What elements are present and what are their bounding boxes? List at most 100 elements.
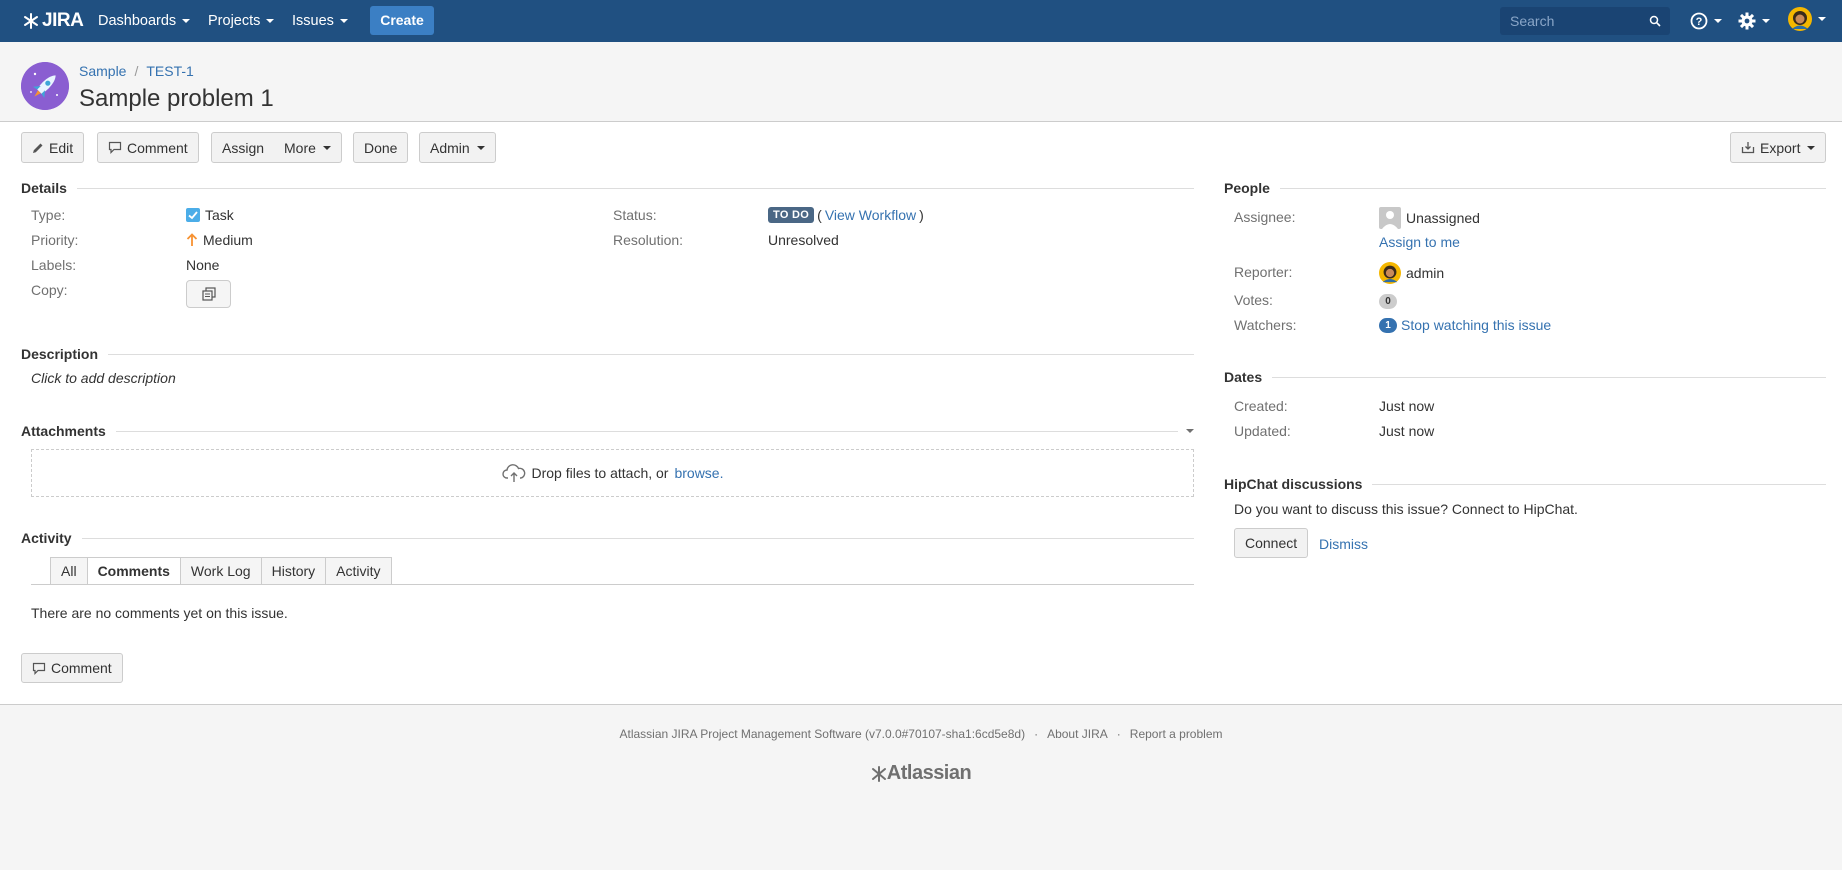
nav-dashboards[interactable]: Dashboards	[98, 0, 191, 42]
more-button[interactable]: More	[274, 132, 342, 163]
dismiss-link[interactable]: Dismiss	[1319, 536, 1368, 552]
paren-close: )	[919, 207, 924, 223]
section-divider	[76, 187, 1194, 189]
priority-label: Priority:	[31, 232, 79, 248]
section-divider	[1372, 483, 1826, 485]
unassigned-avatar-icon	[1379, 207, 1401, 229]
activity-tabs: All Comments Work Log History Activity	[50, 557, 392, 585]
create-button[interactable]: Create	[370, 6, 434, 35]
user-avatar-icon	[1788, 7, 1812, 31]
copy-label: Copy:	[31, 282, 68, 298]
search-input[interactable]: Search	[1500, 7, 1670, 35]
footer-separator: ·	[1116, 727, 1121, 741]
chevron-down-icon	[1762, 19, 1770, 23]
tab-activity[interactable]: Activity	[325, 557, 392, 585]
watchers-count-badge[interactable]: 1	[1379, 317, 1397, 333]
nav-issues[interactable]: Issues	[292, 0, 348, 42]
tab-work-log[interactable]: Work Log	[179, 557, 262, 585]
about-jira-link[interactable]: About JIRA	[1047, 727, 1108, 741]
watchers-label: Watchers:	[1234, 317, 1297, 333]
report-problem-link[interactable]: Report a problem	[1130, 727, 1223, 741]
details-section-heading[interactable]: Details	[21, 179, 1194, 197]
attachments-options-icon[interactable]	[1186, 429, 1194, 433]
edit-button-label: Edit	[49, 139, 74, 156]
user-menu[interactable]	[1788, 7, 1826, 31]
votes-label: Votes:	[1234, 292, 1273, 308]
votes-value[interactable]: 0	[1379, 294, 1397, 309]
type-value: Task	[186, 207, 234, 223]
footer-links: Atlassian JIRA Project Management Softwa…	[0, 727, 1842, 741]
assignee-value-text: Unassigned	[1406, 210, 1480, 226]
connect-button-label: Connect	[1245, 535, 1298, 551]
project-avatar[interactable]	[21, 62, 69, 110]
atlassian-logo[interactable]: Atlassian	[0, 762, 1842, 785]
details-heading-text: Details	[21, 180, 67, 196]
reporter-value[interactable]: admin	[1379, 262, 1444, 284]
issue-content: Edit Comment Assign More Done Admin Expo…	[0, 122, 1842, 705]
admin-button[interactable]: Admin	[419, 132, 496, 163]
description-section-heading[interactable]: Description	[21, 345, 1194, 363]
chevron-down-icon	[182, 19, 191, 24]
assign-button[interactable]: Assign	[211, 132, 276, 163]
hipchat-prompt: Do you want to discuss this issue? Conne…	[1234, 501, 1578, 517]
assignee-value[interactable]: Unassigned	[1379, 207, 1480, 229]
settings-menu[interactable]	[1738, 11, 1770, 31]
jira-logo[interactable]: JIRA	[22, 10, 84, 32]
section-divider	[81, 537, 1194, 539]
description-heading-text: Description	[21, 346, 99, 362]
nav-projects[interactable]: Projects	[208, 0, 275, 42]
hipchat-section-heading[interactable]: HipChat discussions	[1224, 475, 1826, 493]
help-menu[interactable]: ?	[1690, 11, 1722, 31]
assign-to-me-link[interactable]: Assign to me	[1379, 234, 1460, 250]
copy-button[interactable]	[186, 280, 231, 308]
breadcrumb-project-link[interactable]: Sample	[79, 63, 126, 79]
export-icon	[1741, 142, 1755, 154]
tab-comments[interactable]: Comments	[86, 557, 181, 585]
section-divider	[115, 430, 1178, 432]
export-button[interactable]: Export	[1730, 132, 1827, 163]
dates-heading-text: Dates	[1224, 369, 1263, 385]
issue-header: Sample / TEST-1 Sample problem 1	[0, 42, 1842, 122]
resolution-label: Resolution:	[613, 232, 684, 248]
stop-watching-link[interactable]: Stop watching this issue	[1401, 317, 1551, 333]
activity-section-heading[interactable]: Activity	[21, 529, 1194, 547]
breadcrumb-issue-key-link[interactable]: TEST-1	[146, 63, 193, 79]
type-value-text: Task	[205, 207, 234, 223]
edit-button[interactable]: Edit	[21, 132, 85, 163]
chevron-down-icon	[322, 145, 331, 150]
chevron-down-icon	[1807, 145, 1816, 150]
help-icon: ?	[1690, 12, 1708, 30]
section-divider	[108, 353, 1194, 355]
nav-issues-label: Issues	[292, 13, 334, 29]
more-button-label: More	[284, 139, 316, 156]
comment-button-label: Comment	[127, 139, 188, 156]
labels-value[interactable]: None	[186, 257, 219, 273]
issue-title[interactable]: Sample problem 1	[79, 85, 274, 113]
paren-open: (	[817, 207, 822, 223]
reporter-label: Reporter:	[1234, 264, 1293, 280]
attachment-dropzone[interactable]: Drop files to attach, or browse.	[31, 449, 1194, 497]
view-workflow-link[interactable]: View Workflow	[825, 207, 916, 223]
connect-button[interactable]: Connect	[1234, 528, 1309, 558]
done-button-label: Done	[364, 139, 398, 156]
comment-button[interactable]: Comment	[97, 132, 199, 163]
footer-software-version: Atlassian JIRA Project Management Softwa…	[619, 727, 1026, 741]
dates-section-heading[interactable]: Dates	[1224, 368, 1826, 386]
resolution-value: Unresolved	[768, 232, 839, 248]
type-label: Type:	[31, 207, 66, 223]
arrow-up-icon	[186, 233, 198, 246]
people-section-heading[interactable]: People	[1224, 179, 1826, 197]
attachments-section-heading[interactable]: Attachments	[21, 422, 1194, 440]
tab-history[interactable]: History	[260, 557, 327, 585]
export-button-label: Export	[1760, 139, 1801, 156]
pencil-icon	[33, 143, 43, 153]
add-comment-button[interactable]: Comment	[21, 653, 123, 683]
reporter-avatar-icon	[1379, 262, 1401, 284]
task-checkbox-icon	[186, 208, 200, 222]
assignee-label: Assignee:	[1234, 209, 1296, 225]
description-field[interactable]: Click to add description	[31, 370, 176, 386]
browse-link[interactable]: browse.	[674, 465, 723, 481]
chevron-down-icon	[1714, 19, 1722, 23]
tab-all[interactable]: All	[50, 557, 88, 585]
done-button[interactable]: Done	[353, 132, 409, 163]
